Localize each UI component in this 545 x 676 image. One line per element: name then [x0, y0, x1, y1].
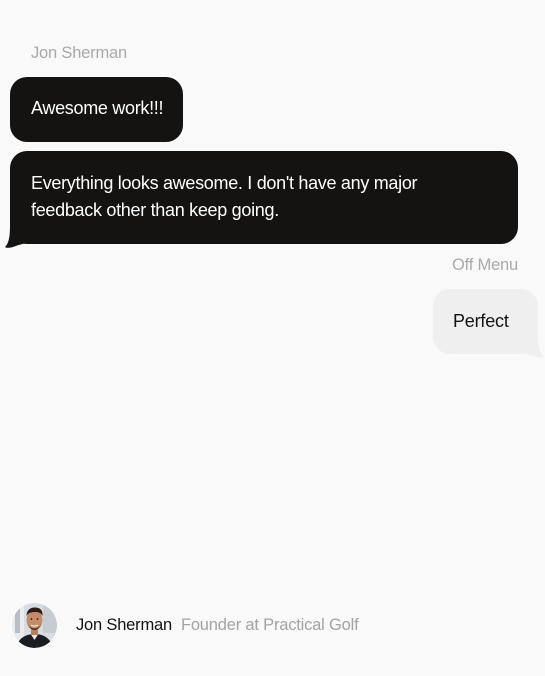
- incoming-message-text: Awesome work!!!: [31, 98, 164, 118]
- incoming-sender-name: Jon Sherman: [31, 44, 127, 62]
- bubble-tail-icon: [5, 226, 35, 248]
- avatar: [12, 602, 57, 648]
- author-role: Founder at Practical Golf: [180, 615, 359, 634]
- bubble-tail-icon: [518, 336, 544, 358]
- testimonial-chat-card: Jon Sherman Awesome work!!! Everything l…: [0, 0, 545, 676]
- outgoing-message-text: Perfect: [453, 311, 509, 331]
- avatar-photo-icon: [12, 602, 57, 648]
- incoming-message-bubble: Everything looks awesome. I don't have a…: [10, 151, 518, 244]
- testimonial-author: Jon Sherman Founder at Practical Golf: [12, 602, 359, 648]
- outgoing-sender-name: Off Menu: [452, 256, 518, 274]
- author-name: Jon Sherman: [76, 615, 172, 634]
- incoming-message-text: Everything looks awesome. I don't have a…: [31, 173, 418, 220]
- incoming-message-bubble: Awesome work!!!: [10, 77, 184, 142]
